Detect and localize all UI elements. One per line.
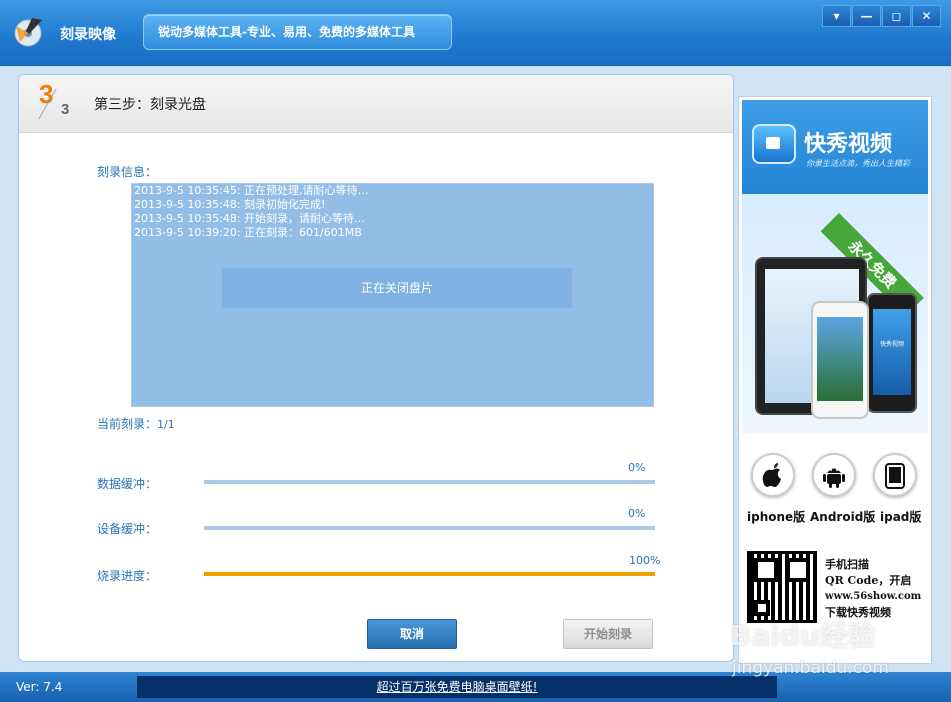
data-buffer-bar bbox=[204, 480, 655, 484]
ad-panel[interactable]: 快秀视频 你录生活点滴，秀出人生精彩 永久免费 快秀视频 iphone版 And… bbox=[738, 96, 932, 664]
burn-progress-bar-fill bbox=[204, 572, 655, 576]
baidu-watermark: Baidu经验 bbox=[730, 619, 876, 652]
close-icon[interactable]: ✕ bbox=[912, 5, 941, 27]
burn-panel: 3 3 第三步：刻录光盘 刻录信息： 2013-9-5 10:35:45: 正在… bbox=[18, 74, 734, 662]
wallpaper-link[interactable]: 超过百万张免费电脑桌面壁纸! bbox=[137, 676, 777, 698]
qr-line: 手机扫描 bbox=[825, 558, 869, 571]
qr-line: QR Code，开启 bbox=[825, 574, 912, 587]
baidu-watermark-url: jingyan.baidu.com bbox=[732, 658, 889, 678]
burn-progress-label: 烧录进度： bbox=[97, 569, 158, 583]
ad-banner: 快秀视频 你录生活点滴，秀出人生精彩 bbox=[742, 100, 928, 194]
burn-info-label: 刻录信息： bbox=[97, 165, 158, 179]
minimize-icon[interactable]: — bbox=[852, 5, 881, 27]
current-burn-value: 1/1 bbox=[157, 418, 175, 431]
log-line: 2013-9-5 10:35:45: 正在预处理,请耐心等待… bbox=[134, 184, 369, 197]
ad-brand: 快秀视频 bbox=[804, 132, 893, 157]
android-label[interactable]: Android版 bbox=[810, 508, 875, 525]
iphone-screen bbox=[817, 317, 863, 401]
device-buffer-percent: 0% bbox=[628, 507, 646, 520]
device-buffer-label: 设备缓冲： bbox=[97, 522, 158, 536]
window-controls: ▾ — ◻ ✕ bbox=[822, 5, 941, 27]
ipad-icon[interactable] bbox=[873, 453, 917, 497]
ad-tagline: 你录生活点滴，秀出人生精彩 bbox=[806, 159, 910, 168]
iphone-image bbox=[811, 301, 869, 419]
current-burn-label: 当前刻录：1/1 bbox=[97, 415, 175, 432]
log-line: 2013-9-5 10:39:20: 正在刻录：601/601MB bbox=[134, 226, 362, 239]
data-buffer-percent: 0% bbox=[628, 461, 646, 474]
qr-instructions: 手机扫描 QR Code，开启 www.56show.com 下载快秀视频 bbox=[825, 557, 921, 621]
start-burn-button[interactable]: 开始刻录 bbox=[563, 619, 653, 649]
app-title: 刻录映像 bbox=[60, 27, 116, 43]
log-line: 2013-9-5 10:35:48: 开始刻录，请耐心等待… bbox=[134, 212, 366, 225]
android-icon[interactable] bbox=[812, 453, 856, 497]
android-phone-image: 快秀视频 bbox=[867, 293, 917, 413]
burn-progress-bar bbox=[204, 572, 655, 576]
slogan-banner[interactable]: 锐动多媒体工具-专业、易用、免费的多媒体工具 bbox=[143, 14, 452, 50]
device-buffer-bar bbox=[204, 526, 655, 530]
burn-progress-percent: 100% bbox=[629, 554, 661, 567]
title-bar: 刻录映像 锐动多媒体工具-专业、易用、免费的多媒体工具 ▾ — ◻ ✕ bbox=[0, 0, 951, 66]
ipad-label[interactable]: ipad版 bbox=[880, 508, 921, 525]
current-burn-label-text: 当前刻录： bbox=[97, 417, 158, 431]
iphone-label[interactable]: iphone版 bbox=[747, 508, 805, 525]
kuaixiu-logo-icon bbox=[752, 124, 796, 164]
qr-code bbox=[747, 551, 817, 623]
phone-app-label: 快秀视频 bbox=[879, 341, 904, 348]
step-title: 第三步：刻录光盘 bbox=[94, 97, 206, 113]
step-total: 3 bbox=[61, 101, 70, 118]
data-buffer-label: 数据缓冲： bbox=[97, 477, 158, 491]
apple-icon[interactable] bbox=[751, 453, 795, 497]
closing-disc-status: 正在关闭盘片 bbox=[222, 268, 572, 308]
step-header: 3 3 第三步：刻录光盘 bbox=[19, 75, 733, 133]
cancel-button[interactable]: 取消 bbox=[367, 619, 457, 649]
version-label: Ver: 7.4 bbox=[16, 680, 63, 694]
qr-url: www.56show.com bbox=[825, 591, 922, 602]
log-lines: 2013-9-5 10:35:45: 正在预处理,请耐心等待… 2013-9-5… bbox=[134, 184, 369, 240]
app-logo-icon bbox=[12, 16, 44, 48]
log-line: 2013-9-5 10:35:48: 刻录初始化完成! bbox=[134, 198, 326, 211]
maximize-icon[interactable]: ◻ bbox=[882, 5, 911, 27]
android-phone-screen: 快秀视频 bbox=[873, 309, 911, 395]
menu-dropdown-icon[interactable]: ▾ bbox=[822, 5, 851, 27]
burn-log[interactable]: 2013-9-5 10:35:45: 正在预处理,请耐心等待… 2013-9-5… bbox=[131, 183, 654, 407]
